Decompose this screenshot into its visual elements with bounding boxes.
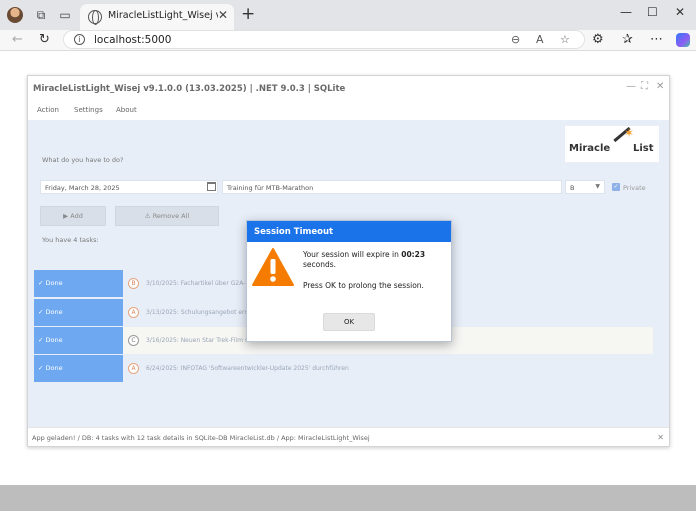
- status-close-icon[interactable]: ✕: [657, 433, 664, 442]
- status-text: App geladen! / DB: 4 tasks with 12 task …: [32, 434, 370, 442]
- done-button[interactable]: ✓ Done: [34, 355, 123, 382]
- warning-icon: [252, 248, 294, 286]
- taskbar-area: [0, 485, 696, 511]
- session-timeout-dialog: Session Timeout Your session will expire…: [246, 220, 452, 342]
- category-badge: B: [128, 278, 139, 289]
- zoom-icon[interactable]: ⊖: [511, 33, 520, 46]
- due-date-input[interactable]: Friday, March 28, 2025: [40, 180, 218, 194]
- private-label: Private: [623, 184, 646, 192]
- favorite-star-icon[interactable]: ☆: [560, 33, 570, 46]
- task-text[interactable]: 3/10/2025: Fachartikel über G2A-P: [146, 280, 249, 287]
- maximize-window-icon[interactable]: ☐: [647, 5, 658, 19]
- tab-actions-icon[interactable]: ▭: [57, 7, 73, 23]
- dialog-message: Your session will expire in 00:23 second…: [303, 250, 443, 270]
- browser-toolbar: ← ↻ i localhost:5000 ⊖ A ☆ ⚙ ✰ ⋯: [0, 30, 696, 51]
- countdown-value: 00:23: [401, 250, 426, 259]
- close-window-icon[interactable]: ✕: [675, 5, 685, 19]
- app-maximize-icon[interactable]: ⛶: [641, 81, 648, 92]
- status-bar: App geladen! / DB: 4 tasks with 12 task …: [28, 427, 669, 446]
- tab-close-icon[interactable]: ✕: [218, 8, 228, 22]
- sparkle-icon: ✶: [624, 126, 635, 140]
- more-options-icon[interactable]: ⋯: [650, 31, 663, 49]
- minimize-window-icon[interactable]: —: [620, 5, 632, 19]
- app-menubar: Action Settings About: [28, 102, 669, 120]
- address-bar[interactable]: i localhost:5000 ⊖ A ☆: [63, 30, 585, 49]
- menu-about[interactable]: About: [116, 106, 137, 114]
- message-suffix: seconds.: [303, 260, 337, 269]
- task-row: ✓ Done A 6/24/2025: INFOTAG 'Softwareent…: [34, 355, 653, 382]
- category-badge: A: [128, 363, 139, 374]
- task-title-input[interactable]: Training für MTB-Marathon: [222, 180, 562, 194]
- priority-value: B: [570, 184, 575, 192]
- chevron-down-icon: ▼: [595, 183, 600, 190]
- favorites-icon[interactable]: ✰: [622, 31, 633, 49]
- task-text[interactable]: 3/16/2025: Neuen Star Trek-Film s: [146, 337, 248, 344]
- site-info-icon[interactable]: i: [74, 34, 85, 45]
- task-prompt: What do you have to do?: [42, 156, 124, 164]
- app-minimize-icon[interactable]: —: [626, 81, 636, 92]
- extensions-icon[interactable]: ⚙: [592, 31, 604, 49]
- add-button[interactable]: ▶ Add: [40, 206, 106, 226]
- read-aloud-icon[interactable]: A: [536, 33, 544, 46]
- dialog-hint: Press OK to prolong the session.: [303, 281, 424, 290]
- workspaces-icon[interactable]: ⧉: [33, 7, 49, 23]
- refresh-icon[interactable]: ↻: [39, 31, 50, 49]
- app-titlebar: MiracleListLight_Wisej v9.1.0.0 (13.03.2…: [28, 76, 669, 102]
- back-icon[interactable]: ←: [12, 31, 23, 49]
- priority-select[interactable]: B ▼: [565, 180, 605, 194]
- miraclelist-logo: Miracle ✶ List: [565, 126, 659, 162]
- task-text[interactable]: 6/24/2025: INFOTAG 'Softwareentwickler-U…: [146, 365, 349, 372]
- menu-settings[interactable]: Settings: [74, 106, 103, 114]
- url-text: localhost:5000: [94, 34, 172, 46]
- copilot-icon[interactable]: [676, 33, 690, 47]
- app-title: MiracleListLight_Wisej v9.1.0.0 (13.03.2…: [33, 84, 346, 94]
- category-badge: A: [128, 307, 139, 318]
- task-text[interactable]: 3/13/2025: Schulungsangebot erst: [146, 309, 250, 316]
- logo-word-list: List: [633, 143, 654, 154]
- message-prefix: Your session will expire in: [303, 250, 399, 259]
- tab-title: MiracleListLight_Wisej v9.1.0.0 (13: [108, 10, 218, 21]
- calendar-icon[interactable]: [207, 182, 216, 191]
- new-tab-icon[interactable]: +: [241, 4, 255, 24]
- private-checkbox[interactable]: ✓: [612, 183, 620, 191]
- menu-action[interactable]: Action: [37, 106, 59, 114]
- done-button[interactable]: ✓ Done: [34, 299, 123, 326]
- task-count: You have 4 tasks:: [42, 236, 99, 244]
- profile-avatar[interactable]: [7, 7, 23, 23]
- done-button[interactable]: ✓ Done: [34, 270, 123, 297]
- ok-button[interactable]: OK: [323, 313, 375, 331]
- remove-all-button[interactable]: ⚠ Remove All: [115, 206, 219, 226]
- dialog-title: Session Timeout: [254, 227, 334, 237]
- logo-word-miracle: Miracle: [569, 143, 611, 154]
- category-badge: C: [128, 335, 139, 346]
- globe-icon: [88, 10, 102, 25]
- dialog-header: Session Timeout: [247, 221, 451, 242]
- done-button[interactable]: ✓ Done: [34, 327, 123, 354]
- browser-tab-active[interactable]: MiracleListLight_Wisej v9.1.0.0 (13 ✕: [80, 4, 234, 30]
- browser-tab-strip: ⧉ ▭ MiracleListLight_Wisej v9.1.0.0 (13 …: [0, 0, 696, 30]
- app-close-icon[interactable]: ✕: [656, 81, 664, 92]
